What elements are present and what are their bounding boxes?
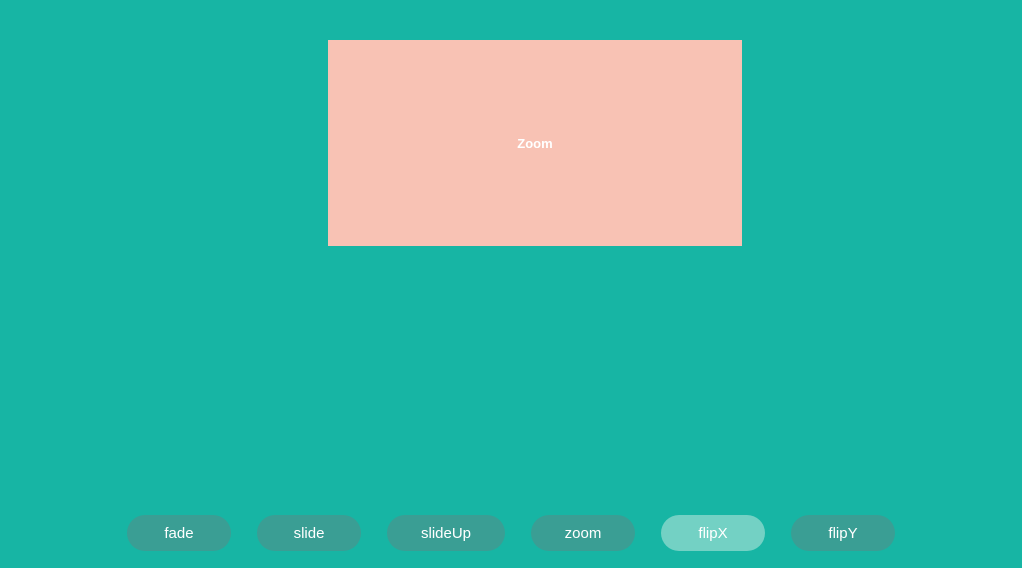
- fade-button[interactable]: fade: [127, 515, 231, 551]
- flipy-button[interactable]: flipY: [791, 515, 895, 551]
- animation-preview-card: Zoom: [328, 40, 742, 246]
- slideup-button[interactable]: slideUp: [387, 515, 505, 551]
- animation-buttons-row: fade slide slideUp zoom flipX flipY: [0, 515, 1022, 551]
- zoom-button[interactable]: zoom: [531, 515, 635, 551]
- card-label: Zoom: [517, 136, 552, 151]
- slide-button[interactable]: slide: [257, 515, 361, 551]
- flipx-button[interactable]: flipX: [661, 515, 765, 551]
